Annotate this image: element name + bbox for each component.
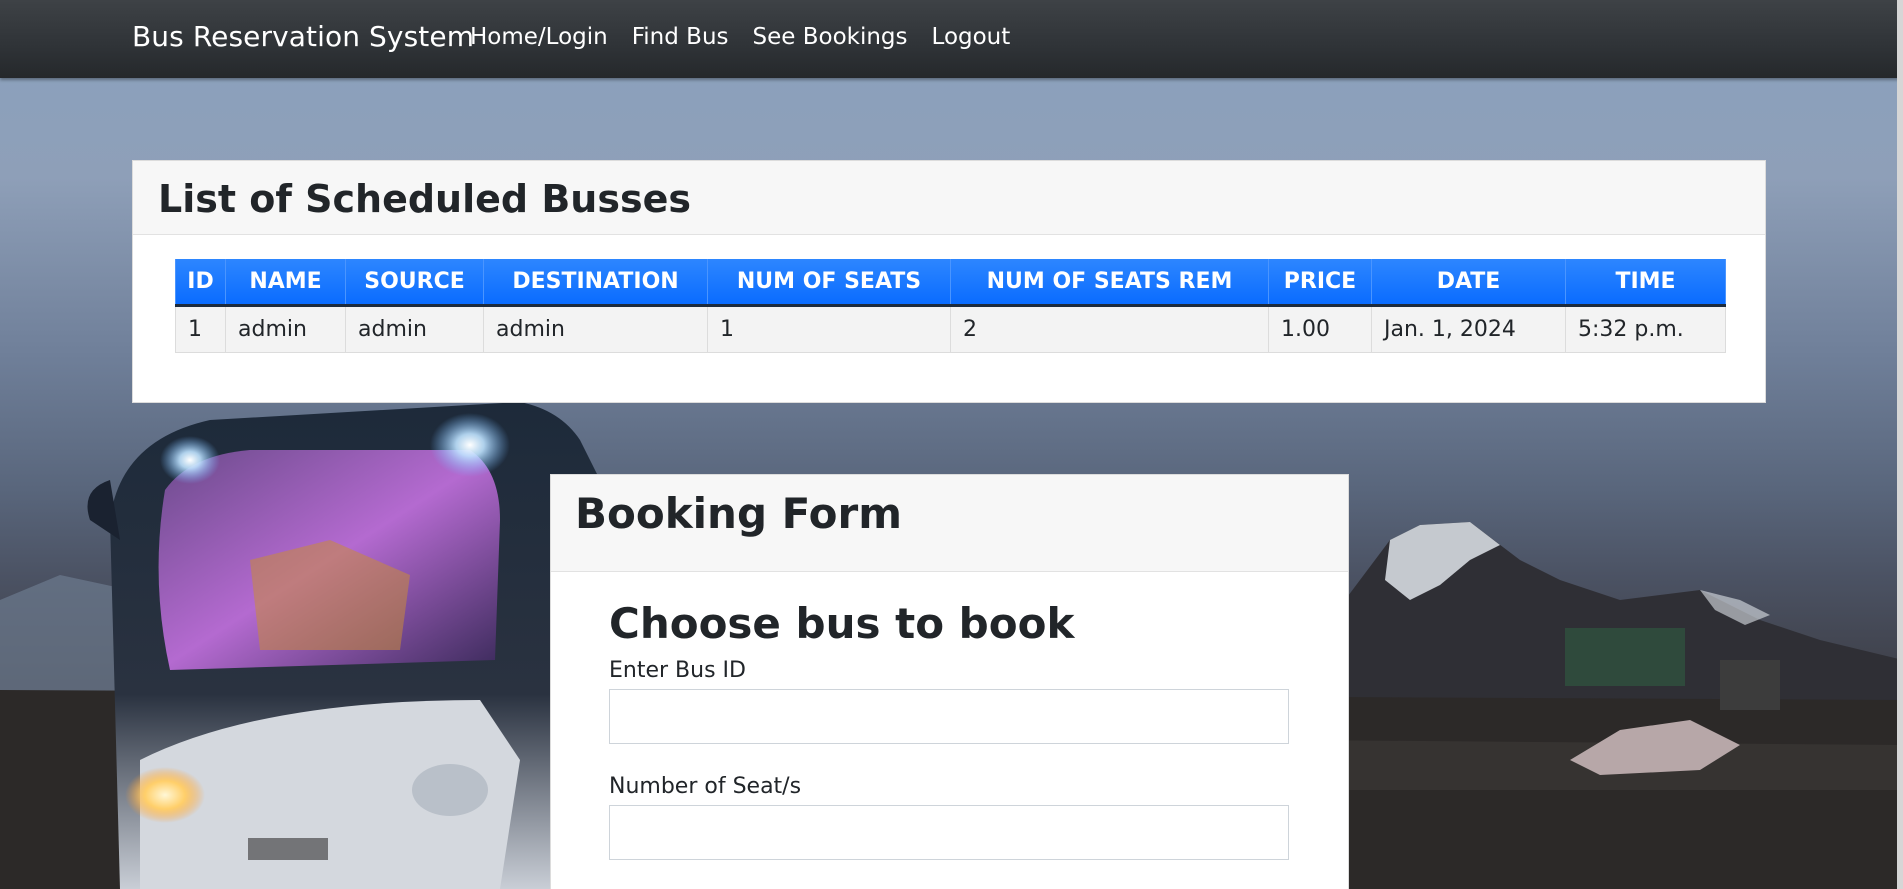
cell-num-of-seats-rem: 2 bbox=[950, 304, 1269, 353]
nav-find-bus[interactable]: Find Bus bbox=[632, 24, 729, 50]
nav-links: Home/Login Find Bus See Bookings Logout bbox=[470, 24, 1034, 50]
bus-table: ID NAME SOURCE DESTINATION NUM OF SEATS … bbox=[175, 259, 1726, 353]
cell-id: 1 bbox=[175, 304, 226, 353]
nav-see-bookings[interactable]: See Bookings bbox=[753, 24, 908, 50]
nav-logout[interactable]: Logout bbox=[932, 24, 1011, 50]
column-header-id: ID bbox=[175, 259, 226, 307]
column-header-num-of-seats-rem: NUM OF SEATS REM bbox=[950, 259, 1269, 307]
column-header-source: SOURCE bbox=[345, 259, 484, 307]
cell-destination: admin bbox=[483, 304, 708, 353]
page-scrollbar[interactable] bbox=[1897, 0, 1903, 889]
column-header-time: TIME bbox=[1565, 259, 1726, 307]
cell-num-of-seats: 1 bbox=[707, 304, 951, 353]
bus-list-card-header: List of Scheduled Busses bbox=[133, 161, 1765, 235]
table-row: 1 admin admin admin 1 2 1.00 Jan. 1, 202… bbox=[175, 304, 1726, 353]
top-navbar: Bus Reservation System Home/Login Find B… bbox=[0, 0, 1903, 78]
seats-input[interactable] bbox=[609, 805, 1289, 860]
column-header-num-of-seats: NUM OF SEATS bbox=[707, 259, 951, 307]
booking-form-card: Booking Form Choose bus to book Enter Bu… bbox=[550, 474, 1349, 889]
bus-id-label: Enter Bus ID bbox=[609, 658, 746, 683]
booking-form-title: Booking Form bbox=[575, 489, 902, 538]
bus-list-card: List of Scheduled Busses ID NAME SOURCE … bbox=[132, 160, 1766, 403]
cell-name: admin bbox=[225, 304, 346, 353]
choose-bus-heading: Choose bus to book bbox=[609, 599, 1075, 648]
column-header-name: NAME bbox=[225, 259, 346, 307]
booking-card-header: Booking Form bbox=[551, 475, 1348, 572]
seats-label: Number of Seat/s bbox=[609, 774, 802, 799]
nav-home-login[interactable]: Home/Login bbox=[470, 24, 608, 50]
bus-id-input[interactable] bbox=[609, 689, 1289, 744]
table-header-row: ID NAME SOURCE DESTINATION NUM OF SEATS … bbox=[175, 259, 1726, 307]
cell-time: 5:32 p.m. bbox=[1565, 304, 1726, 353]
cell-source: admin bbox=[345, 304, 484, 353]
booking-form: Choose bus to book Enter Bus ID Number o… bbox=[609, 599, 1289, 889]
cell-price: 1.00 bbox=[1268, 304, 1372, 353]
column-header-price: PRICE bbox=[1268, 259, 1372, 307]
brand-link[interactable]: Bus Reservation System bbox=[132, 20, 474, 53]
column-header-date: DATE bbox=[1371, 259, 1566, 307]
column-header-destination: DESTINATION bbox=[483, 259, 708, 307]
cell-date: Jan. 1, 2024 bbox=[1371, 304, 1566, 353]
bus-list-title: List of Scheduled Busses bbox=[158, 177, 691, 221]
